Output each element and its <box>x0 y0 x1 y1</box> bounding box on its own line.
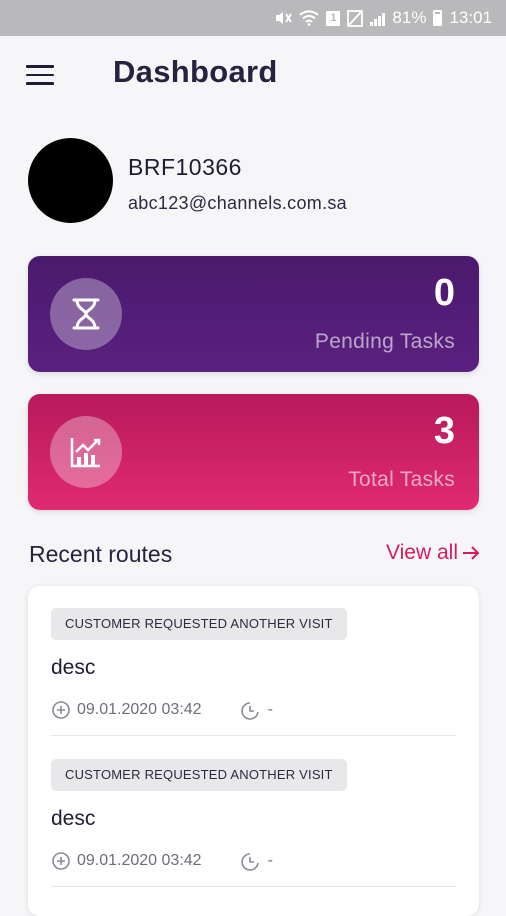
hourglass-icon <box>50 278 122 350</box>
add-circle-icon <box>52 852 70 870</box>
divider <box>51 886 456 887</box>
pending-tasks-label: Pending Tasks <box>314 330 455 353</box>
mute-icon <box>274 10 293 26</box>
recent-routes-title: Recent routes <box>29 541 173 567</box>
route-date: 09.01.2020 03:42 <box>77 852 202 869</box>
route-date: 09.01.2020 03:42 <box>77 701 202 718</box>
notification-count-icon: 1 <box>326 10 341 26</box>
signal-icon <box>370 10 386 26</box>
battery-icon <box>433 10 443 26</box>
route-duration: - <box>267 852 273 869</box>
divider <box>51 735 456 736</box>
total-tasks-label: Total Tasks <box>348 468 455 491</box>
clock-icon <box>240 702 259 720</box>
view-all-link[interactable]: View all <box>386 541 480 565</box>
view-all-label: View all <box>386 541 458 564</box>
chart-growth-icon <box>50 416 122 488</box>
profile-section: BRF10366 abc123@channels.com.sa <box>28 138 488 224</box>
route-description: desc <box>51 656 96 679</box>
app-header: Dashboard <box>0 36 506 112</box>
clock-time: 13:01 <box>449 8 492 27</box>
battery-percent: 81% <box>392 8 427 27</box>
recent-routes-list: CUSTOMER REQUESTED ANOTHER VISIT desc 09… <box>28 586 479 916</box>
user-id: BRF10366 <box>128 154 242 180</box>
menu-icon[interactable] <box>26 65 54 85</box>
total-tasks-value: 3 <box>433 410 455 452</box>
route-description: desc <box>51 807 96 830</box>
list-item[interactable]: CUSTOMER REQUESTED ANOTHER VISIT desc 09… <box>28 737 479 887</box>
route-duration: - <box>267 701 273 718</box>
total-tasks-card[interactable]: 3 Total Tasks <box>28 394 479 510</box>
status-badge: CUSTOMER REQUESTED ANOTHER VISIT <box>51 608 347 640</box>
add-circle-icon <box>52 701 70 719</box>
pending-tasks-card[interactable]: 0 Pending Tasks <box>28 256 479 372</box>
status-bar: 1 81% 13:01 <box>0 0 506 36</box>
route-meta: 09.01.2020 03:42 - <box>51 851 273 871</box>
clock-icon <box>240 853 259 871</box>
page-title: Dashboard <box>113 54 278 89</box>
list-item[interactable]: CUSTOMER REQUESTED ANOTHER VISIT desc 09… <box>28 586 479 736</box>
avatar[interactable] <box>28 138 113 223</box>
wifi-icon <box>299 10 320 26</box>
no-sim-icon <box>347 9 364 27</box>
pending-tasks-value: 0 <box>433 272 455 314</box>
arrow-right-icon <box>463 546 480 560</box>
route-meta: 09.01.2020 03:42 - <box>51 700 273 720</box>
user-email: abc123@channels.com.sa <box>128 193 347 213</box>
status-badge: CUSTOMER REQUESTED ANOTHER VISIT <box>51 759 347 791</box>
